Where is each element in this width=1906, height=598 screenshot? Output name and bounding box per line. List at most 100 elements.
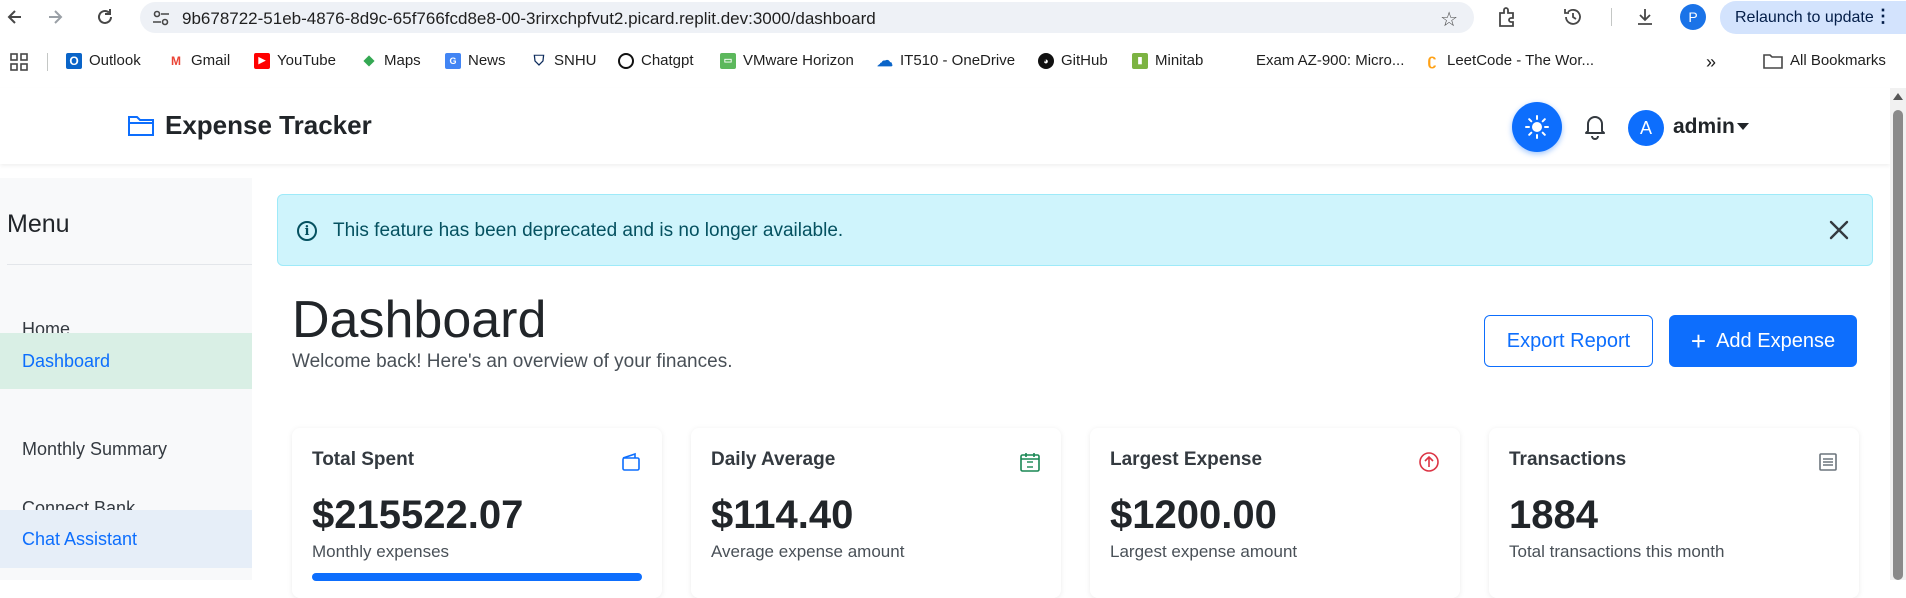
bookmark-label: Outlook [89, 52, 141, 69]
sidebar-item-dashboard[interactable]: Dashboard [0, 333, 252, 389]
bell-icon[interactable] [1582, 112, 1608, 140]
maps-icon: ⬥ [363, 52, 375, 69]
page-scrollbar[interactable] [1890, 88, 1906, 580]
bookmark-minitab[interactable]: ▮ Minitab [1132, 52, 1203, 69]
snhu-icon: ⛉ [533, 52, 545, 68]
app-header: Expense Tracker A admin [0, 88, 1890, 164]
close-icon[interactable] [1824, 215, 1854, 245]
bookmark-label: Exam AZ-900: Micro... [1256, 52, 1405, 69]
user-avatar[interactable]: A [1628, 110, 1664, 146]
card-value: $114.40 [711, 493, 854, 537]
more-bookmarks-icon[interactable]: » [1706, 52, 1716, 73]
bookmark-maps[interactable]: ⬥ Maps [361, 52, 421, 69]
brand-name: Expense Tracker [165, 110, 372, 140]
card-title: Daily Average [711, 449, 836, 470]
bookmark-label: Gmail [191, 52, 231, 69]
sidebar-item-monthly-summary[interactable]: Monthly Summary [0, 421, 252, 477]
folder-icon [128, 115, 154, 136]
relaunch-button[interactable]: Relaunch to update ⋮ [1720, 1, 1906, 34]
stat-card-transactions: Transactions 1884 Total transactions thi… [1489, 428, 1859, 598]
card-value: $215522.07 [312, 493, 524, 537]
wallet-icon [622, 452, 640, 471]
bookmark-label: GitHub [1061, 52, 1108, 69]
bookmark-news[interactable]: G News [445, 52, 506, 69]
bookmark-label: SNHU [554, 52, 597, 69]
bookmark-label: YouTube [277, 52, 336, 69]
add-expense-label: Add Expense [1716, 329, 1836, 352]
profile-avatar[interactable]: P [1680, 4, 1706, 30]
card-caption: Largest expense amount [1110, 542, 1298, 561]
url-text: 9b678722-51eb-4876-8d9c-65f766fcd8e8-00-… [182, 9, 876, 28]
stat-card-daily-average: Daily Average $114.40 Average expense am… [691, 428, 1061, 598]
all-bookmarks-folder[interactable]: All Bookmarks [1763, 52, 1886, 69]
bookmark-label: Minitab [1155, 52, 1204, 69]
bookmark-star-icon[interactable]: ☆ [1440, 7, 1458, 32]
calendar-icon [1020, 453, 1040, 472]
download-icon[interactable] [1632, 4, 1658, 30]
chevron-down-icon[interactable] [1737, 123, 1749, 130]
card-value: $1200.00 [1110, 493, 1277, 537]
add-expense-button[interactable]: + Add Expense [1669, 315, 1857, 367]
plus-icon: + [1690, 326, 1707, 356]
scroll-up-icon[interactable] [1893, 93, 1903, 100]
bookmark-az900[interactable]: Exam AZ-900: Micro... [1232, 52, 1404, 69]
export-report-button[interactable]: Export Report [1484, 315, 1653, 367]
scroll-thumb[interactable] [1893, 110, 1903, 580]
reload-icon[interactable] [92, 4, 118, 30]
bookmark-label: VMware Horizon [743, 52, 854, 69]
stat-card-total-spent: Total Spent $215522.07 Monthly expenses [292, 428, 662, 598]
theme-toggle-button[interactable] [1512, 102, 1562, 152]
sidebar-item-chat-assistant[interactable]: Chat Assistant [0, 510, 252, 568]
receipt-icon [1819, 453, 1837, 471]
extensions-icon[interactable] [1494, 4, 1520, 30]
stat-card-largest-expense: Largest Expense $1200.00 Largest expense… [1090, 428, 1460, 598]
card-title: Largest Expense [1110, 449, 1263, 470]
bookmark-gmail[interactable]: M Gmail [168, 52, 230, 69]
chatgpt-icon [618, 52, 634, 69]
address-bar[interactable]: 9b678722-51eb-4876-8d9c-65f766fcd8e8-00-… [140, 2, 1474, 33]
sidebar: Menu Home Dashboard Monthly Summary Conn… [0, 178, 252, 580]
history-icon[interactable] [1560, 4, 1586, 30]
bookmark-leetcode[interactable]: ʗ LeetCode - The Wor... [1424, 51, 1595, 70]
alert-message: This feature has been deprecated and is … [333, 220, 844, 241]
deprecation-alert: i This feature has been deprecated and i… [277, 194, 1873, 266]
forward-icon[interactable] [42, 4, 68, 30]
bookmark-onedrive[interactable]: ☁ IT510 - OneDrive [877, 52, 1016, 70]
bookmark-chatgpt[interactable]: Chatgpt [618, 52, 694, 69]
youtube-icon: ▶ [254, 52, 270, 69]
bookmarks-divider [47, 53, 48, 71]
bookmark-youtube[interactable]: ▶ YouTube [254, 52, 336, 69]
github-icon: ◕ [1038, 52, 1054, 69]
bookmark-snhu[interactable]: ⛉ SNHU [531, 52, 597, 69]
card-caption: Average expense amount [711, 542, 905, 561]
info-icon: i [297, 221, 317, 241]
folder-icon [1763, 53, 1783, 69]
gmail-icon: M [171, 53, 181, 68]
brand[interactable]: Expense Tracker [127, 110, 372, 141]
bookmark-github[interactable]: ◕ GitHub [1038, 52, 1108, 69]
leetcode-icon: ʗ [1427, 51, 1437, 69]
bookmark-label: LeetCode - The Wor... [1447, 52, 1595, 69]
bookmarks-bar: O Outlook M Gmail ▶ YouTube ⬥ Maps G News ⛉ SN… [0, 42, 1906, 82]
microsoft-icon [1232, 52, 1249, 69]
bookmark-label: IT510 - OneDrive [900, 52, 1016, 69]
menu-divider [7, 264, 252, 265]
sun-icon [1525, 115, 1549, 139]
user-name[interactable]: admin [1673, 115, 1735, 139]
back-icon[interactable] [2, 4, 28, 30]
menu-title: Menu [7, 210, 70, 238]
outlook-icon: O [66, 52, 82, 69]
bookmark-label: News [468, 52, 506, 69]
toolbar-divider [1611, 8, 1612, 26]
bookmark-vmware[interactable]: ▭ VMware Horizon [720, 52, 854, 69]
card-value: 1884 [1509, 493, 1598, 537]
all-bookmarks-label: All Bookmarks [1790, 52, 1886, 69]
more-menu-icon[interactable]: ⋮ [1874, 6, 1892, 27]
onedrive-icon: ☁ [877, 52, 893, 70]
bookmark-label: Chatgpt [641, 52, 694, 69]
site-settings-icon[interactable] [152, 9, 170, 27]
apps-grid-icon[interactable] [9, 52, 29, 72]
card-caption: Total transactions this month [1509, 542, 1725, 561]
bookmark-outlook[interactable]: O Outlook [66, 52, 141, 69]
arrow-up-circle-icon [1419, 452, 1439, 472]
